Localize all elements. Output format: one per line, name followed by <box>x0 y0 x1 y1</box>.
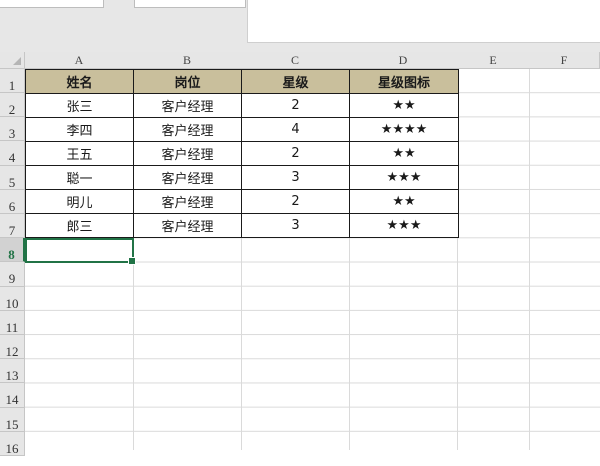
table-row: 李四 客户经理 4 ★★★★ <box>25 117 459 142</box>
column-header-d[interactable]: D <box>349 52 458 69</box>
cell-name[interactable]: 郎三 <box>25 213 134 238</box>
table-row: 郎三 客户经理 3 ★★★ <box>25 213 459 238</box>
cell-position[interactable]: 客户经理 <box>133 165 242 190</box>
row-header-8[interactable]: 8 <box>0 238 25 263</box>
column-header-a[interactable]: A <box>25 52 134 69</box>
fill-handle[interactable] <box>128 257 136 265</box>
cell-position[interactable]: 客户经理 <box>133 93 242 118</box>
column-header-f[interactable]: F <box>529 52 600 69</box>
row-header-6[interactable]: 6 <box>0 189 25 214</box>
active-cell-a8[interactable] <box>25 238 136 265</box>
table-row: 聪一 客户经理 3 ★★★ <box>25 165 459 190</box>
row-header-3[interactable]: 3 <box>0 117 25 142</box>
cell-name[interactable]: 聪一 <box>25 165 134 190</box>
cell-name[interactable]: 明儿 <box>25 189 134 214</box>
select-all-triangle-icon <box>13 57 21 65</box>
table-header-row: 姓名 岗位 星级 星级图标 <box>25 69 459 94</box>
row-header-5[interactable]: 5 <box>0 165 25 190</box>
cell-star-level[interactable]: 2 <box>241 141 350 166</box>
function-box[interactable] <box>134 0 246 8</box>
row-header-1[interactable]: 1 <box>0 69 25 93</box>
formula-bar[interactable] <box>247 0 600 43</box>
cell-position[interactable]: 客户经理 <box>133 141 242 166</box>
cell-star-level[interactable]: 2 <box>241 189 350 214</box>
row-header-14[interactable]: 14 <box>0 383 25 408</box>
cell-name[interactable]: 张三 <box>25 93 134 118</box>
cell-name[interactable]: 王五 <box>25 141 134 166</box>
cell-star-icon[interactable]: ★★ <box>349 141 459 166</box>
row-header-11[interactable]: 11 <box>0 310 25 335</box>
cell-star-icon[interactable]: ★★★ <box>349 213 459 238</box>
row-header-4[interactable]: 4 <box>0 141 25 166</box>
row-header-15[interactable]: 15 <box>0 407 25 432</box>
row-header-12[interactable]: 12 <box>0 335 25 360</box>
row-header-7[interactable]: 7 <box>0 214 25 239</box>
header-star-level[interactable]: 星级 <box>241 69 350 94</box>
ribbon-area <box>0 0 600 52</box>
cell-star-level[interactable]: 3 <box>241 213 350 238</box>
header-position[interactable]: 岗位 <box>133 69 242 94</box>
data-table: 姓名 岗位 星级 星级图标 张三 客户经理 2 ★★ 李四 客户经理 4 ★★★… <box>25 69 459 238</box>
column-header-c[interactable]: C <box>241 52 350 69</box>
cell-position[interactable]: 客户经理 <box>133 117 242 142</box>
table-row: 张三 客户经理 2 ★★ <box>25 93 459 118</box>
cell-star-icon[interactable]: ★★★ <box>349 165 459 190</box>
cell-position[interactable]: 客户经理 <box>133 189 242 214</box>
cell-name[interactable]: 李四 <box>25 117 134 142</box>
cell-star-level[interactable]: 3 <box>241 165 350 190</box>
cell-position[interactable]: 客户经理 <box>133 213 242 238</box>
row-header-16[interactable]: 16 <box>0 431 25 456</box>
table-row: 王五 客户经理 2 ★★ <box>25 141 459 166</box>
cell-star-level[interactable]: 2 <box>241 93 350 118</box>
cell-star-icon[interactable]: ★★ <box>349 189 459 214</box>
name-box[interactable] <box>0 0 104 8</box>
row-header-2[interactable]: 2 <box>0 93 25 118</box>
column-header-e[interactable]: E <box>457 52 530 69</box>
cell-star-icon[interactable]: ★★★★ <box>349 117 459 142</box>
table-row: 明儿 客户经理 2 ★★ <box>25 189 459 214</box>
select-all-button[interactable] <box>0 52 25 69</box>
header-star-icon[interactable]: 星级图标 <box>349 69 459 94</box>
row-header-13[interactable]: 13 <box>0 359 25 384</box>
row-header-10[interactable]: 10 <box>0 286 25 311</box>
column-header-b[interactable]: B <box>133 52 242 69</box>
row-header-9[interactable]: 9 <box>0 262 25 287</box>
cell-star-level[interactable]: 4 <box>241 117 350 142</box>
cell-star-icon[interactable]: ★★ <box>349 93 459 118</box>
header-name[interactable]: 姓名 <box>25 69 134 94</box>
